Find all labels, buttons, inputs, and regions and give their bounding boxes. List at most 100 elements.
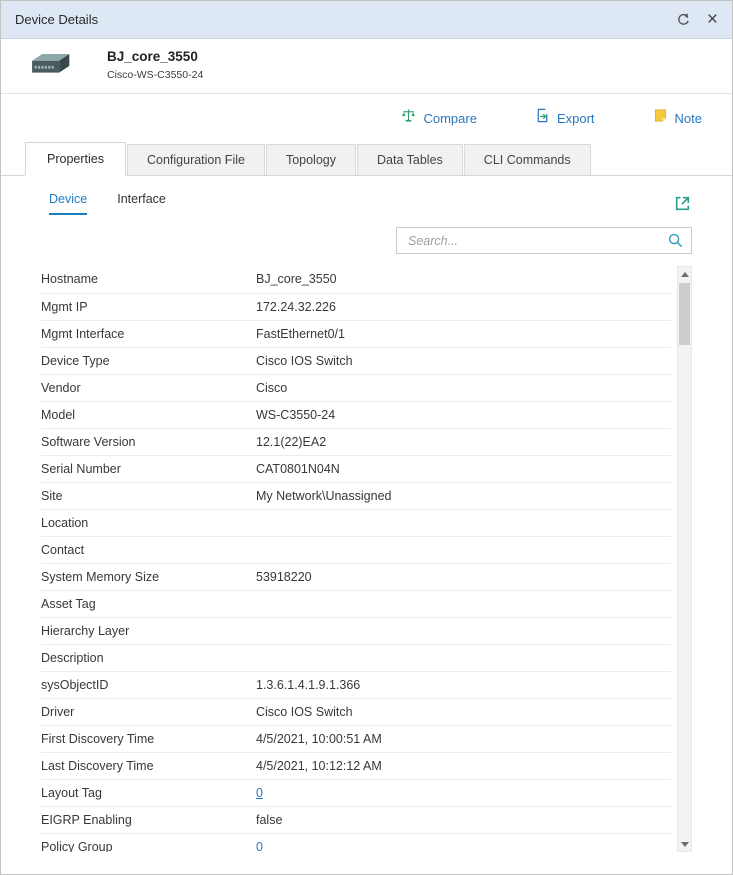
compare-label: Compare [423,111,476,126]
property-name: Hostname [41,266,256,293]
table-row: Hostname BJ_core_3550 [41,266,671,293]
properties-scroll-viewport: Hostname BJ_core_3550 Mgmt IP 172.24.32.… [25,266,671,852]
search-icon[interactable] [667,232,684,249]
properties-tab-content: Device Interface [1,176,732,852]
properties-table-body: Hostname BJ_core_3550 Mgmt IP 172.24.32.… [41,266,671,852]
property-value [256,536,671,563]
property-value [256,617,671,644]
table-row: Mgmt IP 172.24.32.226 [41,293,671,320]
scrollbar-up-arrow[interactable] [678,267,691,281]
table-row: First Discovery Time 4/5/2021, 10:00:51 … [41,725,671,752]
table-row: Hierarchy Layer [41,617,671,644]
properties-table: Hostname BJ_core_3550 Mgmt IP 172.24.32.… [25,266,692,852]
property-value: Cisco IOS Switch [256,347,671,374]
search-row [25,227,692,254]
table-row: Layout Tag 0 [41,779,671,806]
device-name: BJ_core_3550 [107,49,203,64]
property-name: First Discovery Time [41,725,256,752]
scrollbar-down-arrow[interactable] [678,837,691,851]
table-row: Serial Number CAT0801N04N [41,455,671,482]
table-row: EIGRP Enabling false [41,806,671,833]
note-button[interactable]: Note [653,108,702,128]
note-label: Note [675,111,702,126]
table-row: Mgmt Interface FastEthernet0/1 [41,320,671,347]
open-in-new-window-icon[interactable] [673,194,692,213]
table-row: Asset Tag [41,590,671,617]
property-name: Device Type [41,347,256,374]
tab-bar: Properties Configuration File Topology D… [1,142,732,176]
property-value: 53918220 [256,563,671,590]
property-name: Contact [41,536,256,563]
property-value: FastEthernet0/1 [256,320,671,347]
table-row: Policy Group 0 [41,833,671,852]
property-name: Layout Tag [41,779,256,806]
property-name: Policy Group [41,833,256,852]
table-row: Contact [41,536,671,563]
table-row: System Memory Size 53918220 [41,563,671,590]
property-name: Vendor [41,374,256,401]
tab-properties[interactable]: Properties [25,142,126,176]
property-value: 1.3.6.1.4.1.9.1.366 [256,671,671,698]
property-value [256,644,671,671]
compare-button[interactable]: Compare [401,108,476,128]
property-value: CAT0801N04N [256,455,671,482]
property-name: EIGRP Enabling [41,806,256,833]
tab-cli-commands[interactable]: CLI Commands [464,144,591,175]
table-row: Device Type Cisco IOS Switch [41,347,671,374]
export-icon [535,108,550,128]
actions-row: Compare Export Note [1,94,732,140]
property-value-link[interactable]: 0 [256,786,263,800]
refresh-icon[interactable] [676,12,691,27]
device-header: BJ_core_3550 Cisco-WS-C3550-24 [1,39,732,94]
compare-scales-icon [401,108,416,128]
property-name: System Memory Size [41,563,256,590]
property-value: 12.1(22)EA2 [256,428,671,455]
table-row: Software Version 12.1(22)EA2 [41,428,671,455]
property-name: Last Discovery Time [41,752,256,779]
switch-device-icon [27,52,71,78]
scrollbar[interactable] [677,266,692,852]
table-row: Driver Cisco IOS Switch [41,698,671,725]
property-value: 172.24.32.226 [256,293,671,320]
property-value: 4/5/2021, 10:00:51 AM [256,725,671,752]
property-value [256,590,671,617]
property-name: Model [41,401,256,428]
export-label: Export [557,111,595,126]
table-row: Description [41,644,671,671]
property-value-link[interactable]: 0 [256,840,263,853]
property-name: Description [41,644,256,671]
tab-configuration-file[interactable]: Configuration File [127,144,265,175]
table-row: sysObjectID 1.3.6.1.4.1.9.1.366 [41,671,671,698]
property-value: Cisco [256,374,671,401]
subtab-row: Device Interface [25,176,692,215]
property-name: sysObjectID [41,671,256,698]
property-value: false [256,806,671,833]
property-value: Cisco IOS Switch [256,698,671,725]
property-name: Site [41,482,256,509]
property-name: Serial Number [41,455,256,482]
scrollbar-thumb[interactable] [679,283,690,345]
tab-data-tables[interactable]: Data Tables [357,144,463,175]
note-icon [653,108,668,128]
tab-topology[interactable]: Topology [266,144,356,175]
property-name: Driver [41,698,256,725]
property-name: Location [41,509,256,536]
close-icon[interactable]: × [707,10,718,29]
property-value [256,509,671,536]
table-row: Site My Network\Unassigned [41,482,671,509]
table-row: Model WS-C3550-24 [41,401,671,428]
subtab-device[interactable]: Device [49,192,87,215]
device-model: Cisco-WS-C3550-24 [107,69,203,81]
search-input[interactable] [406,233,667,249]
table-row: Last Discovery Time 4/5/2021, 10:12:12 A… [41,752,671,779]
subtab-interface[interactable]: Interface [117,192,166,215]
window-title: Device Details [15,12,98,27]
property-name: Mgmt Interface [41,320,256,347]
table-row: Vendor Cisco [41,374,671,401]
property-value: 4/5/2021, 10:12:12 AM [256,752,671,779]
property-value: 0 [256,833,671,852]
search-box [396,227,692,254]
property-name: Mgmt IP [41,293,256,320]
property-name: Hierarchy Layer [41,617,256,644]
export-button[interactable]: Export [535,108,595,128]
